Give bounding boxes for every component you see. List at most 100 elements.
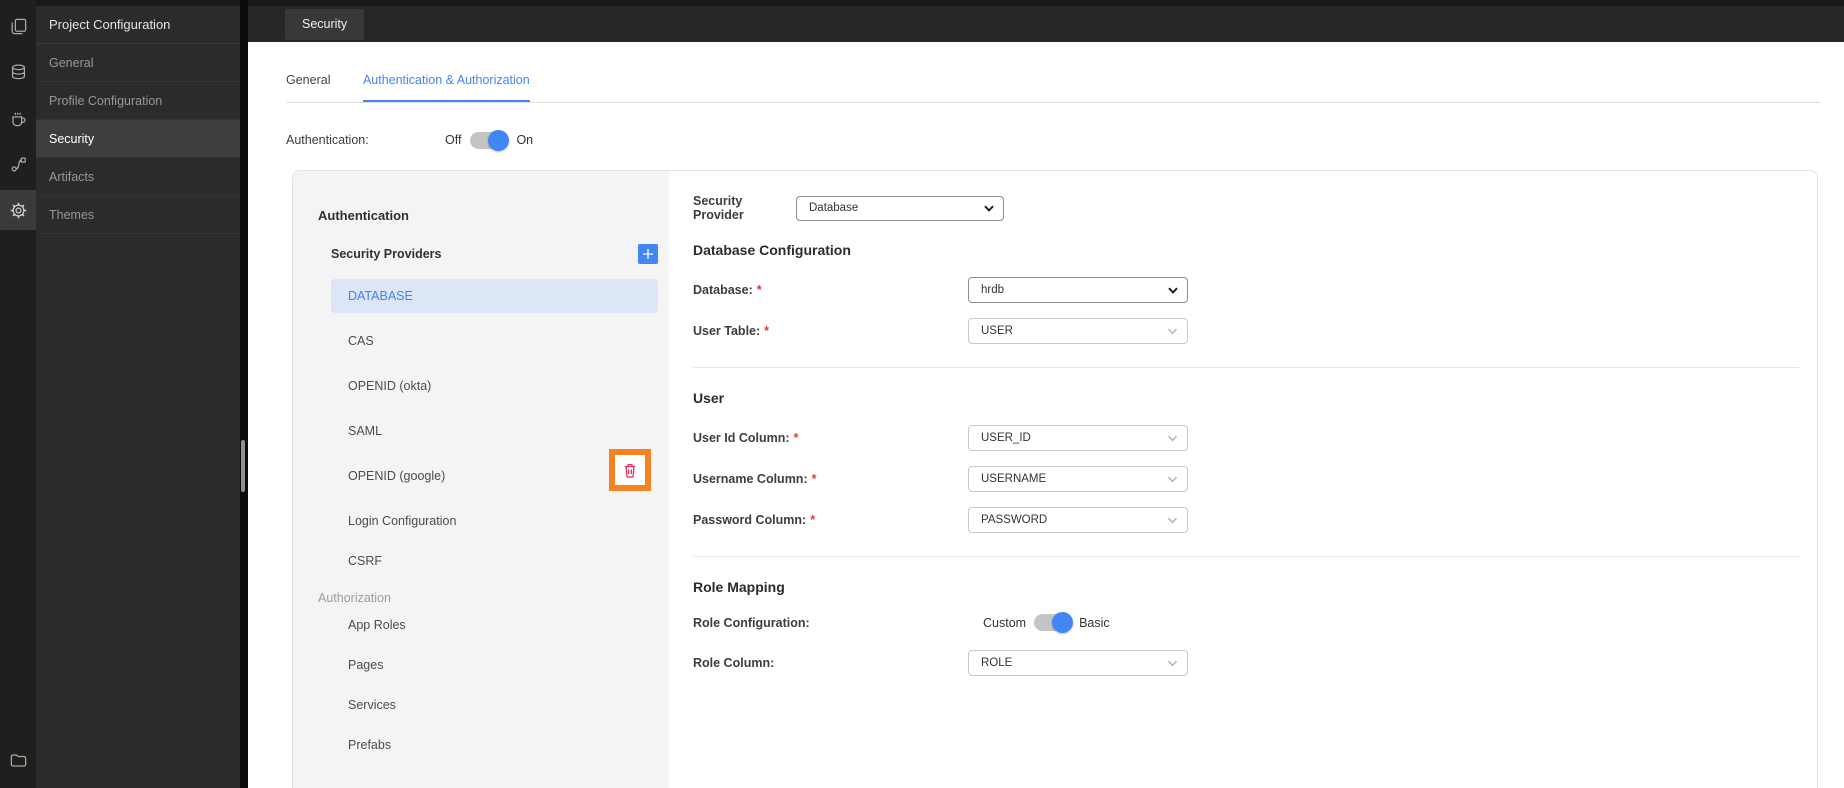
panel-item-app-roles[interactable]: App Roles <box>331 608 658 642</box>
toggle-custom-label: Custom <box>983 615 1027 630</box>
user-table-select[interactable]: USER <box>968 318 1188 344</box>
chevron-down-icon <box>1167 517 1178 523</box>
role-column-label: Role Column: <box>693 656 775 670</box>
sidebar-item-profile-configuration[interactable]: Profile Configuration <box>36 82 240 120</box>
panel-item-login-configuration[interactable]: Login Configuration <box>331 504 658 538</box>
username-column-label: Username Column: * <box>693 472 817 486</box>
database-label: Database: * <box>693 283 762 297</box>
authentication-label: Authentication: <box>286 133 369 147</box>
main-area: Security General Authentication & Author… <box>248 0 1844 788</box>
authentication-switch[interactable] <box>470 129 510 151</box>
java-services-icon[interactable] <box>0 98 36 138</box>
chevron-down-icon <box>984 205 994 212</box>
username-column-select[interactable]: USERNAME <box>968 466 1188 492</box>
password-column-label: Password Column: * <box>693 513 816 527</box>
provider-item-saml[interactable]: SAML <box>331 414 658 448</box>
chevron-down-icon <box>1167 328 1178 334</box>
panel-item-csrf[interactable]: CSRF <box>331 544 658 578</box>
role-mapping-title: Role Mapping <box>693 579 785 595</box>
authorization-section-title: Authorization <box>318 591 391 605</box>
user-section-title: User <box>693 390 725 406</box>
sidebar-item-themes[interactable]: Themes <box>36 196 240 234</box>
settings-sidebar: Project Configuration General Profile Co… <box>36 0 240 788</box>
panel-item-pages[interactable]: Pages <box>331 648 658 682</box>
role-column-row: Role Column: ROLE <box>693 650 1799 676</box>
password-column-select[interactable]: PASSWORD <box>968 507 1188 533</box>
required-marker: * <box>793 431 799 445</box>
user-id-column-select[interactable]: USER_ID <box>968 425 1188 451</box>
username-column-row: Username Column: * USERNAME <box>693 466 1799 492</box>
add-provider-button[interactable] <box>638 244 658 264</box>
database-field-row: Database: * hrdb <box>693 277 1799 303</box>
activity-bar <box>0 0 36 788</box>
provider-item-cas[interactable]: CAS <box>331 324 658 358</box>
password-column-value: PASSWORD <box>981 514 1048 526</box>
user-table-value: USER <box>981 325 1013 337</box>
security-providers-label: Security Providers <box>331 247 442 261</box>
database-select[interactable]: hrdb <box>968 277 1188 303</box>
user-id-column-label: User Id Column: * <box>693 431 799 445</box>
required-marker: * <box>810 513 816 527</box>
chevron-down-icon <box>1168 287 1178 294</box>
project-configuration-window: Project Configuration General Profile Co… <box>0 0 1844 788</box>
tab-authentication-authorization[interactable]: Authentication & Authorization <box>362 73 530 102</box>
security-config-card: Authentication Security Providers DATABA… <box>292 170 1818 788</box>
chevron-down-icon <box>1167 660 1178 666</box>
topbar-strip <box>248 0 1844 6</box>
required-marker: * <box>756 283 762 297</box>
database-configuration-title: Database Configuration <box>693 242 851 258</box>
password-column-row: Password Column: * PASSWORD <box>693 507 1799 533</box>
user-id-column-value: USER_ID <box>981 432 1031 444</box>
chevron-down-icon <box>1167 476 1178 482</box>
database-icon[interactable] <box>0 52 36 92</box>
settings-gear-icon[interactable] <box>0 190 36 230</box>
security-providers-header: Security Providers <box>331 244 658 264</box>
sidebar-item-general[interactable]: General <box>36 44 240 82</box>
tab-general[interactable]: General <box>286 73 330 102</box>
security-provider-label: Security Provider <box>693 194 744 222</box>
provider-config-form: Security Provider Database Database Conf… <box>669 171 1817 788</box>
security-provider-value: Database <box>809 202 859 214</box>
sidebar-item-security[interactable]: Security <box>36 120 240 158</box>
scrollbar-thumb[interactable] <box>241 440 245 492</box>
apis-icon[interactable] <box>0 144 36 184</box>
role-configuration-switch[interactable] <box>1034 612 1074 633</box>
switch-knob <box>1052 612 1074 633</box>
role-configuration-row: Role Configuration: Custom Basic <box>693 612 1799 633</box>
username-column-value: USERNAME <box>981 473 1047 485</box>
folder-icon[interactable] <box>0 740 36 780</box>
panel-item-prefabs[interactable]: Prefabs <box>331 728 658 762</box>
security-provider-select[interactable]: Database <box>796 195 1004 221</box>
user-table-field-row: User Table: * USER <box>693 318 1799 344</box>
role-column-value: ROLE <box>981 657 1013 669</box>
sidebar-item-artifacts[interactable]: Artifacts <box>36 158 240 196</box>
toggle-basic-label: Basic <box>1079 615 1110 630</box>
required-marker: * <box>811 472 817 486</box>
role-configuration-toggle-group: Custom Basic <box>983 612 1110 633</box>
database-value: hrdb <box>981 284 1005 296</box>
required-marker: * <box>764 324 770 338</box>
chevron-down-icon <box>1167 435 1178 441</box>
section-divider <box>693 556 1799 557</box>
security-provider-row: Security Provider Database <box>693 194 1799 222</box>
section-divider <box>693 367 1799 368</box>
role-column-select[interactable]: ROLE <box>968 650 1188 676</box>
editor-tab-bar: Security <box>248 0 1844 42</box>
toggle-on-label: On <box>516 133 534 147</box>
provider-item-openid-okta[interactable]: OPENID (okta) <box>331 369 658 403</box>
delete-provider-annotation-box[interactable] <box>609 449 651 491</box>
pages-icon[interactable] <box>0 6 36 46</box>
user-id-column-row: User Id Column: * USER_ID <box>693 425 1799 451</box>
security-tabs: General Authentication & Authorization <box>286 71 1820 103</box>
switch-knob <box>488 129 510 151</box>
toggle-off-label: Off <box>445 133 462 147</box>
panel-item-services[interactable]: Services <box>331 688 658 722</box>
authentication-section-title: Authentication <box>318 208 409 223</box>
user-table-label: User Table: * <box>693 324 770 338</box>
trash-icon <box>624 463 636 478</box>
editor-tab-security[interactable]: Security <box>285 9 365 40</box>
provider-item-database[interactable]: DATABASE <box>331 279 658 313</box>
role-configuration-label: Role Configuration: <box>693 615 810 630</box>
authentication-toggle-row: Authentication: Off On <box>286 129 533 151</box>
authentication-panel: Authentication Security Providers DATABA… <box>293 171 669 788</box>
